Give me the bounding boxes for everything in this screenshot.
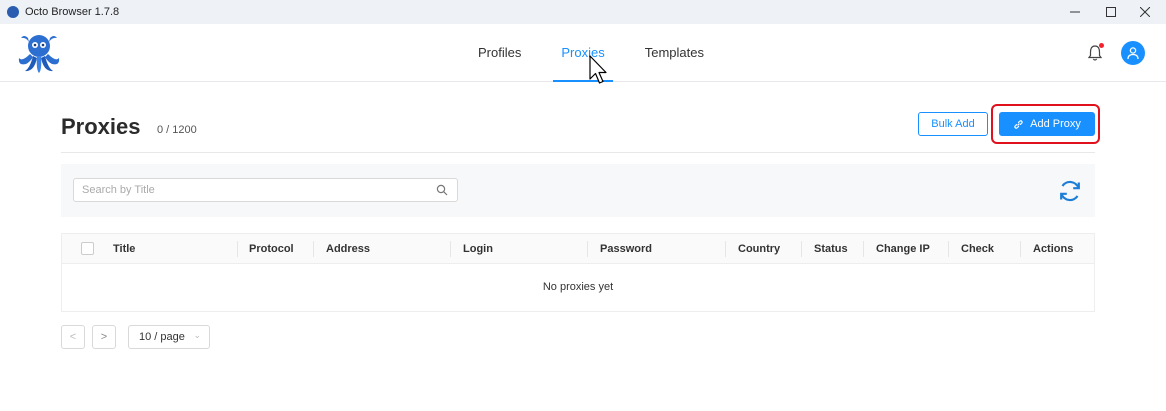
maximize-icon[interactable] bbox=[1094, 0, 1128, 24]
empty-state: No proxies yet bbox=[542, 281, 614, 293]
column-status[interactable]: Status bbox=[814, 234, 848, 264]
column-separator bbox=[450, 241, 451, 257]
notification-dot bbox=[1099, 43, 1104, 48]
next-page-button[interactable]: > bbox=[92, 325, 116, 349]
search-input[interactable] bbox=[74, 179, 424, 201]
close-icon[interactable] bbox=[1128, 0, 1162, 24]
add-proxy-highlight bbox=[991, 104, 1100, 144]
column-separator bbox=[587, 241, 588, 257]
page-size-select[interactable]: 10 / page ⌄ bbox=[128, 325, 210, 349]
prev-page-button[interactable]: < bbox=[61, 325, 85, 349]
window-title: Octo Browser 1.7.8 bbox=[25, 6, 120, 18]
nav-profiles[interactable]: Profiles bbox=[470, 24, 529, 82]
column-login[interactable]: Login bbox=[463, 234, 493, 264]
proxy-count: 0 / 1200 bbox=[157, 124, 197, 136]
column-separator bbox=[801, 241, 802, 257]
column-country[interactable]: Country bbox=[738, 234, 780, 264]
header-divider bbox=[61, 152, 1095, 153]
page-title: Proxies bbox=[61, 114, 141, 139]
minimize-icon[interactable] bbox=[1058, 0, 1092, 24]
column-change-ip[interactable]: Change IP bbox=[876, 234, 930, 264]
column-separator bbox=[1020, 241, 1021, 257]
proxies-table: Title Protocol Address Login Password Co… bbox=[61, 233, 1095, 312]
column-protocol[interactable]: Protocol bbox=[249, 234, 294, 264]
app-header: Profiles Proxies Templates bbox=[0, 24, 1166, 82]
column-password[interactable]: Password bbox=[600, 234, 652, 264]
bulk-add-button[interactable]: Bulk Add bbox=[918, 112, 988, 136]
column-check[interactable]: Check bbox=[961, 234, 994, 264]
column-separator bbox=[863, 241, 864, 257]
nav-templates[interactable]: Templates bbox=[637, 24, 712, 82]
user-avatar[interactable] bbox=[1121, 41, 1145, 65]
chevron-down-icon: ⌄ bbox=[193, 330, 201, 340]
column-actions[interactable]: Actions bbox=[1033, 234, 1073, 264]
search-icon[interactable] bbox=[436, 184, 448, 196]
user-icon bbox=[1127, 47, 1139, 60]
column-separator bbox=[313, 241, 314, 257]
page-size-value: 10 / page bbox=[139, 331, 185, 343]
filter-bar bbox=[61, 164, 1095, 217]
select-all-checkbox[interactable] bbox=[81, 242, 94, 255]
octopus-logo[interactable] bbox=[16, 32, 62, 74]
search-box bbox=[73, 178, 458, 202]
column-address[interactable]: Address bbox=[326, 234, 370, 264]
app-icon bbox=[7, 6, 19, 18]
window-titlebar: Octo Browser 1.7.8 bbox=[0, 0, 1166, 24]
table-header: Title Protocol Address Login Password Co… bbox=[62, 234, 1094, 264]
column-separator bbox=[725, 241, 726, 257]
refresh-icon[interactable] bbox=[1057, 178, 1083, 204]
mouse-cursor bbox=[589, 55, 607, 84]
column-separator bbox=[948, 241, 949, 257]
column-separator bbox=[237, 241, 238, 257]
column-title[interactable]: Title bbox=[113, 234, 135, 264]
